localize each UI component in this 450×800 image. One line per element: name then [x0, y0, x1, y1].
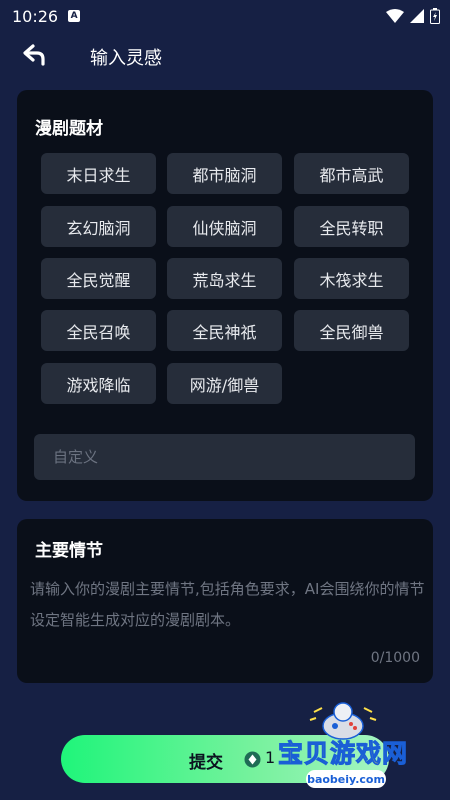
- custom-genre-field[interactable]: [34, 434, 415, 480]
- genre-tag[interactable]: 末日求生: [41, 153, 156, 194]
- back-arrow-icon: [23, 44, 45, 66]
- genre-tag[interactable]: 全民神祇: [167, 310, 282, 351]
- genre-tag[interactable]: 全民转职: [294, 206, 409, 247]
- genre-tag[interactable]: 玄幻脑洞: [41, 206, 156, 247]
- coin-icon: [244, 751, 261, 768]
- char-counter: 0/1000: [370, 650, 420, 666]
- genre-tag[interactable]: 全民觉醒: [41, 258, 156, 299]
- genre-tag[interactable]: 全民召唤: [41, 310, 156, 351]
- notification-a-icon: A: [68, 10, 81, 22]
- genre-tag[interactable]: 游戏降临: [41, 363, 156, 404]
- submit-label: 提交: [189, 753, 223, 773]
- battery-icon: [430, 8, 440, 24]
- watermark-url: baobeiy.com: [306, 770, 386, 788]
- genre-tag[interactable]: 木筏求生: [294, 258, 409, 299]
- signal-icon: [410, 9, 424, 23]
- plot-card[interactable]: 主要情节 请输入你的漫剧主要情节,包括角色要求，AI会围绕你的情节设定智能生成对…: [17, 519, 433, 683]
- cost-value: 1: [265, 748, 276, 767]
- status-bar: 10:26 A: [0, 0, 450, 32]
- genre-tag[interactable]: 仙侠脑洞: [167, 206, 282, 247]
- genre-tag[interactable]: 荒岛求生: [167, 258, 282, 299]
- page-title: 输入灵感: [90, 48, 162, 69]
- custom-genre-input[interactable]: [53, 448, 415, 466]
- plot-textarea-placeholder[interactable]: 请输入你的漫剧主要情节,包括角色要求，AI会围绕你的情节设定智能生成对应的漫剧剧…: [30, 574, 425, 636]
- back-button[interactable]: [22, 42, 50, 68]
- genre-tag[interactable]: 都市高武: [294, 153, 409, 194]
- genre-card: 漫剧题材 末日求生 都市脑洞 都市高武 玄幻脑洞 仙侠脑洞 全民转职 全民觉醒 …: [17, 90, 433, 501]
- genre-tag[interactable]: 网游/御兽: [167, 363, 282, 404]
- genre-heading: 漫剧题材: [35, 119, 103, 139]
- watermark: 宝贝游戏网 baobeiy.com: [277, 700, 450, 800]
- genre-tag[interactable]: 都市脑洞: [167, 153, 282, 194]
- top-bar: 输入灵感: [0, 32, 450, 78]
- genre-tag[interactable]: 全民御兽: [294, 310, 409, 351]
- status-icons: [386, 8, 440, 24]
- plot-heading: 主要情节: [35, 541, 103, 561]
- status-time: 10:26: [12, 6, 59, 26]
- watermark-text: 宝贝游戏网: [277, 739, 409, 769]
- wifi-icon: [386, 9, 404, 23]
